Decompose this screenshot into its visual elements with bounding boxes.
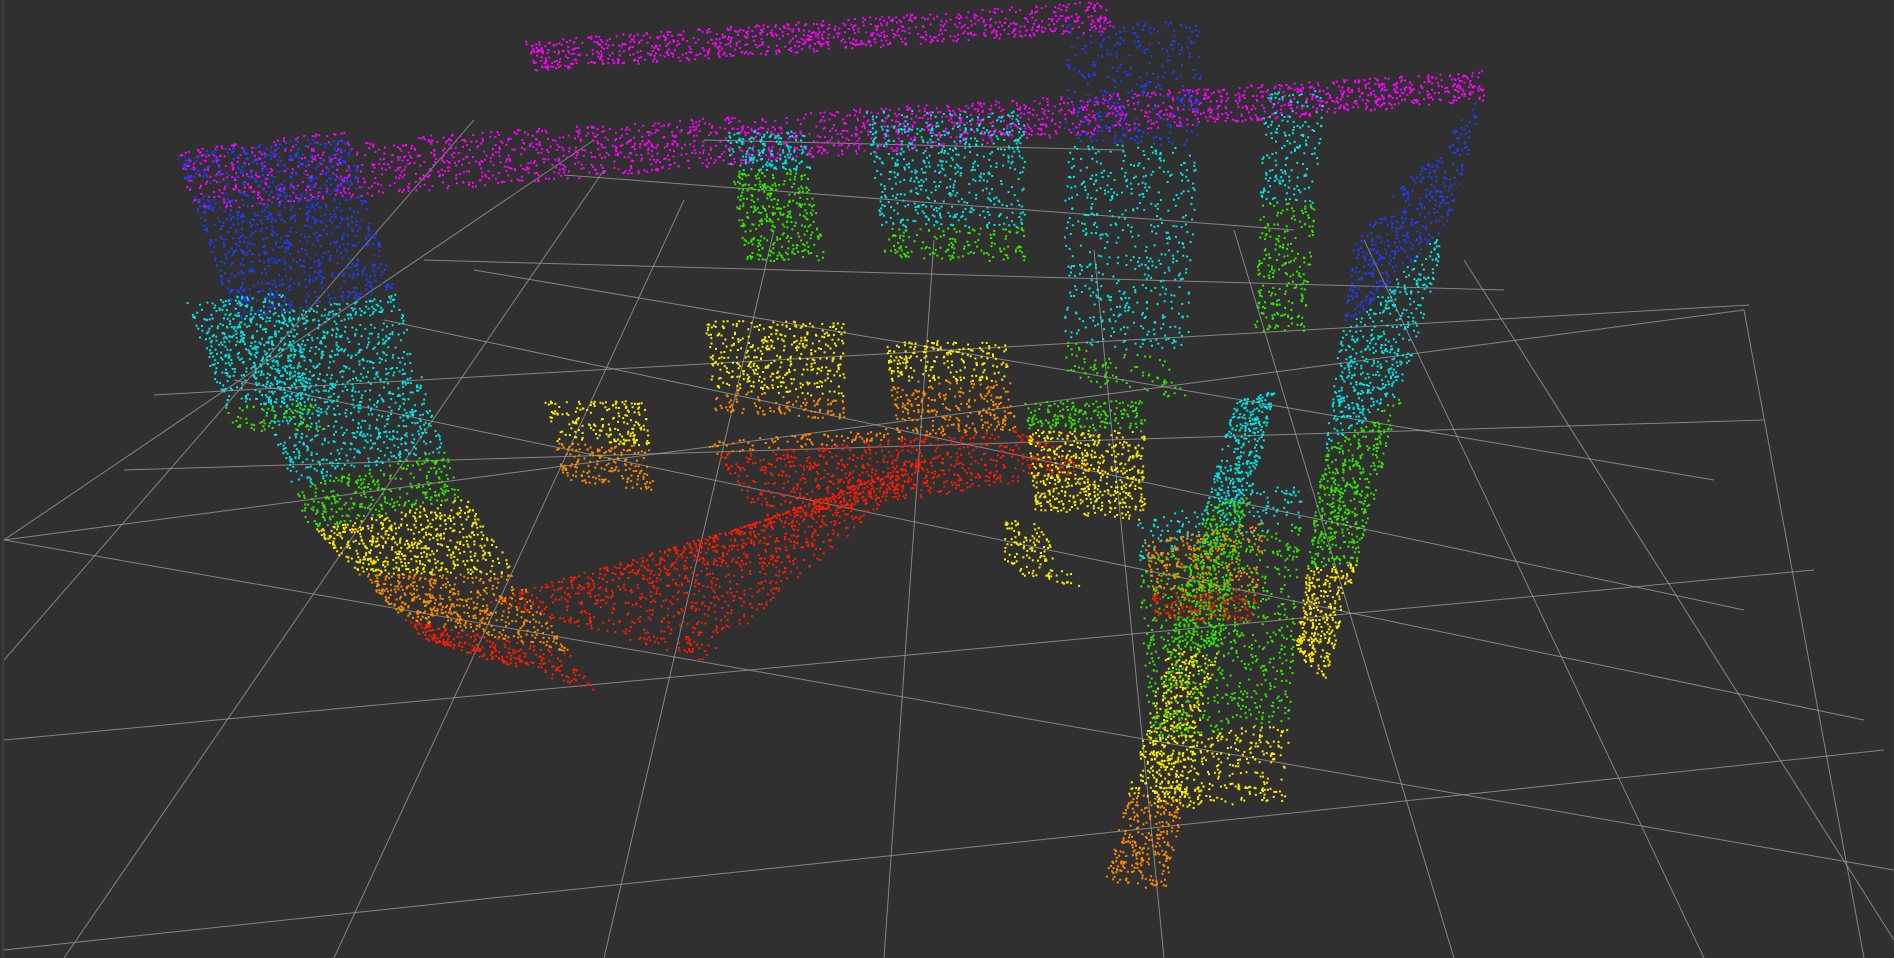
grid-line [63,169,605,958]
point-cluster [1137,486,1303,810]
grid-line [603,229,775,958]
point-cluster [306,483,595,691]
grid-line [1743,309,1865,958]
render-canvas[interactable] [4,0,1894,958]
grid-line [4,749,1885,951]
grid-line [1463,259,1894,941]
3d-viewport[interactable] [2,0,1894,958]
grid-line [473,269,1715,481]
point-cluster [525,1,1115,72]
point-cluster [1105,392,1276,889]
point-cluster [1254,90,1324,332]
point-cluster [490,454,941,661]
point-cluster [544,400,654,491]
grid-line [1233,229,1455,958]
point-cloud [176,1,1486,889]
grid-line [423,259,1505,291]
point-cluster [1004,520,1081,587]
point-cluster [1296,102,1478,679]
point-cluster [705,320,846,420]
point-cluster [1064,21,1202,398]
grid-line [1363,239,1705,958]
grid-line [1093,249,1165,958]
point-cluster [708,420,1105,518]
